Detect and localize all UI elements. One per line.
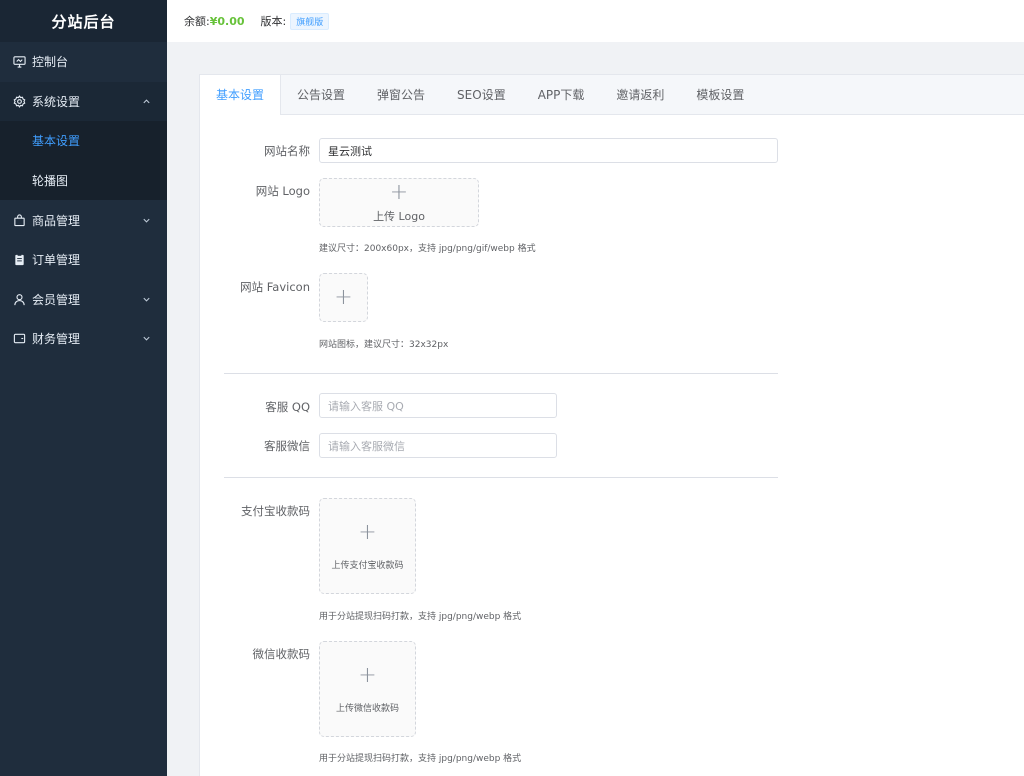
tab-app-download[interactable]: APP下载: [522, 75, 601, 115]
sidebar-item-orders[interactable]: 订单管理: [0, 240, 167, 280]
wechat-input[interactable]: 请输入客服微信: [319, 433, 557, 458]
alipay-upload-text: 上传支付宝收款码: [331, 560, 404, 571]
tab-invite-rebate[interactable]: 邀请返利: [600, 75, 680, 115]
qq-input[interactable]: 请输入客服 QQ: [319, 393, 557, 418]
chevron-down-icon: [141, 215, 151, 225]
version-badge: 旗舰版: [290, 12, 330, 30]
sidebar-item-system-settings[interactable]: 系统设置: [0, 81, 167, 122]
gear-icon: [12, 94, 26, 108]
sidebar-item-basic-settings[interactable]: 基本设置: [0, 121, 167, 161]
sidebar-menu: 控制台 系统设置 基本设置 轮播图 商品管理 订单管理 会员管理 财务管理: [0, 42, 167, 359]
wxpay-upload-text: 上传微信收款码: [335, 703, 399, 714]
sidebar-item-label: 订单管理: [32, 253, 81, 268]
tab-announcement-settings[interactable]: 公告设置: [281, 75, 361, 115]
tab-popup-announcement[interactable]: 弹窗公告: [361, 75, 441, 115]
top-bar: 余额: ¥0.00 版本: 旗舰版: [167, 0, 1024, 42]
wechat-label: 客服微信: [264, 439, 310, 453]
favicon-label: 网站 Favicon: [240, 280, 310, 294]
wallet-icon: [12, 332, 26, 346]
sidebar-item-products[interactable]: 商品管理: [0, 200, 167, 240]
logo-upload-text: 上传 Logo: [373, 209, 425, 223]
alipay-qr-label: 支付宝收款码: [241, 504, 310, 518]
sidebar-item-label: 系统设置: [32, 94, 81, 109]
sidebar-item-finance[interactable]: 财务管理: [0, 319, 167, 359]
system-settings-submenu: 基本设置 轮播图: [0, 121, 167, 201]
site-name-input[interactable]: 星云测试: [319, 138, 778, 163]
sidebar-item-members[interactable]: 会员管理: [0, 280, 167, 320]
settings-card: 基本设置 公告设置 弹窗公告 SEO设置 APP下载 邀请返利 模板设置 网站名…: [199, 74, 1024, 776]
sidebar-item-dashboard[interactable]: 控制台: [0, 42, 167, 82]
qq-label: 客服 QQ: [265, 400, 310, 414]
tab-template-settings[interactable]: 模板设置: [680, 75, 760, 115]
dashboard-icon: [12, 55, 26, 69]
version-label: 版本:: [260, 15, 287, 28]
plus-icon: +: [334, 284, 353, 310]
logo-hint: 建议尺寸：200x60px，支持 jpg/png/gif/webp 格式: [319, 244, 536, 254]
chevron-up-icon: [141, 96, 151, 106]
wxpay-qr-upload[interactable]: + 上传微信收款码: [319, 641, 416, 737]
balance-value: ¥0.00: [209, 14, 245, 28]
brand-title: 分站后台: [0, 0, 167, 42]
wxpay-hint: 用于分站提现扫码打款，支持 jpg/png/webp 格式: [319, 754, 522, 764]
sidebar-item-label: 会员管理: [32, 292, 81, 307]
user-icon: [12, 292, 26, 306]
site-logo-label: 网站 Logo: [255, 184, 310, 198]
chevron-down-icon: [141, 334, 151, 344]
balance-label: 余额:: [184, 15, 210, 28]
section-divider: [224, 477, 778, 478]
sidebar-item-label: 财务管理: [32, 332, 81, 347]
plus-icon: +: [389, 179, 409, 205]
section-divider: [224, 373, 778, 374]
logo-upload[interactable]: + 上传 Logo: [319, 178, 479, 227]
bag-icon: [12, 213, 26, 227]
settings-tabs: 基本设置 公告设置 弹窗公告 SEO设置 APP下载 邀请返利 模板设置: [200, 74, 1024, 115]
plus-icon: +: [358, 519, 377, 545]
wxpay-qr-label: 微信收款码: [252, 647, 311, 661]
alipay-qr-upload[interactable]: + 上传支付宝收款码: [319, 498, 416, 594]
sidebar: 分站后台 控制台 系统设置 基本设置 轮播图 商品管理 订单管理 会员管理 财务…: [0, 0, 167, 776]
clipboard-icon: [12, 253, 26, 267]
sidebar-item-label: 控制台: [32, 55, 69, 70]
sidebar-item-label: 商品管理: [32, 213, 81, 228]
alipay-hint: 用于分站提现扫码打款，支持 jpg/png/webp 格式: [319, 612, 522, 622]
favicon-upload[interactable]: +: [319, 273, 368, 322]
chevron-down-icon: [141, 294, 151, 304]
plus-icon: +: [358, 662, 377, 688]
tab-basic-settings[interactable]: 基本设置: [200, 74, 282, 115]
favicon-hint: 网站图标，建议尺寸：32x32px: [319, 340, 449, 350]
sidebar-item-carousel[interactable]: 轮播图: [0, 161, 167, 201]
tab-seo-settings[interactable]: SEO设置: [441, 75, 522, 115]
site-name-label: 网站名称: [264, 144, 310, 158]
